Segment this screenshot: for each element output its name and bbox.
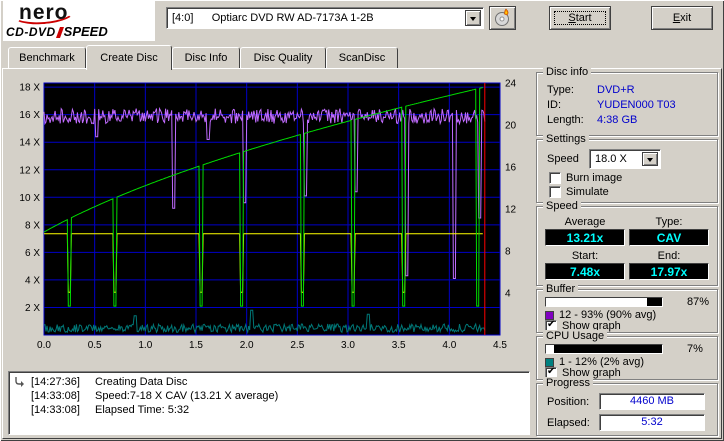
log-line: [14:27:36] Creating Data Disc (31, 376, 188, 388)
speed-type-display: CAV (629, 229, 709, 246)
drive-select-value: [4:0] Optiarc DVD RW AD-7173A 1-2B (172, 12, 374, 24)
burn-button[interactable] (489, 6, 516, 30)
svg-text:4: 4 (505, 289, 511, 300)
disc-info-group: Disc info Type: DVD+R ID: YUDEN000 T03 Len… (536, 66, 718, 136)
checkbox-box (549, 172, 561, 184)
elapsed-value: 5:32 (599, 414, 705, 431)
buffer-level-bar (545, 297, 663, 307)
svg-text:2 X: 2 X (25, 303, 40, 314)
group-title: Settings (543, 133, 589, 145)
exit-button[interactable]: Exit (651, 6, 713, 30)
svg-text:16: 16 (505, 163, 517, 174)
buffer-percent: 87% (687, 296, 710, 308)
log-panel: [14:27:36] Creating Data Disc [14:33:08] S… (8, 371, 530, 435)
disc-type-row: Type: DVD+R (547, 84, 635, 96)
svg-text:4.0: 4.0 (442, 340, 456, 351)
chevron-down-icon[interactable] (465, 10, 481, 26)
cpu-percent: 7% (687, 343, 703, 355)
group-title: CPU Usage (543, 330, 608, 342)
type-label: Type: (655, 216, 683, 228)
svg-text:1.5: 1.5 (189, 340, 203, 351)
tab-disc-info[interactable]: Disc Info (172, 47, 240, 68)
svg-text:16 X: 16 X (19, 110, 40, 121)
svg-text:1.0: 1.0 (138, 340, 152, 351)
svg-text:2.5: 2.5 (290, 340, 304, 351)
tab-benchmark[interactable]: Benchmark (8, 47, 86, 68)
disc-length-row: Length: 4:38 GB (547, 114, 638, 126)
start-speed-display: 7.48x (545, 263, 625, 280)
position-value: 4460 MB (599, 393, 705, 410)
group-title: Progress (543, 377, 594, 389)
group-title: Disc info (543, 66, 592, 78)
svg-text:8: 8 (505, 247, 511, 258)
average-speed-display: 13.21x (545, 229, 625, 246)
end-speed-display: 17.97x (629, 263, 709, 280)
cpu-usage-group: CPU Usage 7% 1 - 12% (2% avg) Show graph (536, 330, 718, 380)
svg-text:3.0: 3.0 (341, 340, 355, 351)
speed-readout-group: Speed Average Type: 13.21x CAV Start: En… (536, 200, 718, 286)
nero-logo: nero CD-DVD SPEED (3, 0, 155, 41)
disc-id-row: ID: YUDEN000 T03 (547, 99, 676, 111)
settings-group: Settings Speed 18.0 X Burn image Simulat… (536, 133, 718, 203)
svg-text:4.5: 4.5 (493, 340, 507, 351)
svg-text:8 X: 8 X (25, 220, 40, 231)
log-line: [14:33:08] Speed:7-18 X CAV (13.21 X aver… (31, 390, 279, 402)
elapsed-label: Elapsed: (547, 417, 590, 429)
svg-text:12: 12 (505, 205, 517, 216)
burn-image-checkbox[interactable]: Burn image (549, 172, 622, 184)
end-label: End: (657, 250, 681, 262)
svg-text:20: 20 (505, 121, 517, 132)
progress-group: Progress Position: 4460 MB Elapsed: 5:32 (536, 377, 718, 436)
svg-text:24: 24 (505, 79, 517, 90)
tab-scandisc[interactable]: ScanDisc (326, 47, 398, 68)
svg-text:14 X: 14 X (19, 138, 40, 149)
log-line: [14:33:08] Elapsed Time: 5:32 (31, 404, 190, 416)
drive-select[interactable]: [4:0] Optiarc DVD RW AD-7173A 1-2B (166, 7, 484, 29)
logo-brand-text: nero (19, 1, 69, 24)
chevron-down-icon[interactable] (642, 152, 658, 166)
svg-text:18 X: 18 X (19, 83, 40, 94)
nero-cd-dvd-speed-window: nero CD-DVD SPEED [4:0] Optiarc DVD RW AD… (0, 0, 724, 441)
logo-product-text: CD-DVD SPEED (6, 24, 108, 39)
svg-text:0.0: 0.0 (37, 340, 51, 351)
svg-text:0.5: 0.5 (88, 340, 102, 351)
svg-text:10 X: 10 X (19, 193, 40, 204)
svg-text:12 X: 12 X (19, 165, 40, 176)
svg-text:2.0: 2.0 (240, 340, 254, 351)
tab-create-disc[interactable]: Create Disc (86, 45, 172, 70)
buffer-group: Buffer 87% 12 - 93% (90% avg) Show graph (536, 283, 718, 333)
svg-text:4 X: 4 X (25, 275, 40, 286)
burn-disc-icon (494, 8, 509, 26)
tab-disc-quality[interactable]: Disc Quality (240, 47, 326, 68)
simulate-checkbox[interactable]: Simulate (549, 186, 609, 198)
logo-flash-icon (55, 27, 64, 38)
group-title: Buffer (543, 283, 579, 295)
position-label: Position: (547, 396, 590, 408)
cpu-level-bar (545, 344, 663, 354)
start-button[interactable]: Start (549, 6, 611, 30)
svg-text:3.5: 3.5 (392, 340, 406, 351)
speed-select-value: 18.0 X (595, 153, 627, 165)
group-title: Speed (543, 200, 581, 212)
focus-rect (554, 11, 606, 25)
average-label: Average (564, 216, 606, 228)
checkbox-box (549, 186, 561, 198)
speed-select[interactable]: 18.0 X (589, 149, 661, 169)
log-entry-icon (15, 377, 24, 387)
burn-speed-chart: 18 X 16 X 14 X 12 X 10 X 8 X 6 X 4 X 2 X 24 20 16 12… (19, 79, 517, 352)
start-label: Start: (571, 250, 599, 262)
speed-label: Speed (547, 153, 579, 165)
svg-text:6 X: 6 X (25, 248, 40, 259)
